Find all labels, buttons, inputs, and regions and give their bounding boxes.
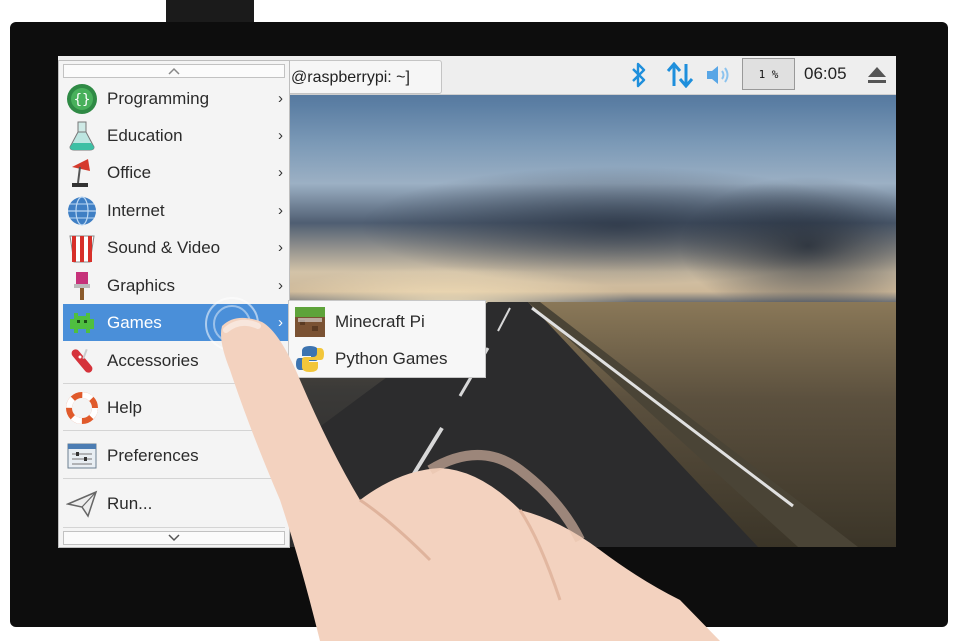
menu-item-sound-video[interactable]: Sound & Video › bbox=[63, 229, 289, 266]
menu-separator bbox=[63, 478, 285, 479]
menu-separator bbox=[63, 527, 285, 528]
programming-icon: {} bbox=[65, 82, 99, 116]
submenu-item-minecraft-pi[interactable]: Minecraft Pi bbox=[293, 304, 483, 340]
chevron-right-icon: › bbox=[278, 164, 283, 181]
terminal-window-button[interactable]: @raspberrypi: ~] bbox=[286, 60, 442, 94]
menu-item-label: Education bbox=[107, 125, 183, 145]
games-icon bbox=[65, 306, 99, 340]
eject-icon[interactable] bbox=[865, 62, 889, 88]
bluetooth-icon[interactable] bbox=[628, 62, 650, 88]
accessories-icon bbox=[65, 344, 99, 378]
chevron-right-icon: › bbox=[278, 127, 283, 144]
menu-separator bbox=[63, 383, 285, 384]
submenu-item-label: Python Games bbox=[335, 349, 448, 368]
minecraft-icon bbox=[293, 305, 327, 339]
menu-scroll-up-button[interactable] bbox=[63, 64, 285, 78]
sound-video-icon bbox=[65, 231, 99, 265]
clock[interactable]: 06:05 bbox=[804, 58, 847, 90]
chevron-right-icon: › bbox=[278, 239, 283, 256]
menu-item-label: Games bbox=[107, 312, 162, 332]
menu-item-education[interactable]: Education › bbox=[63, 117, 289, 154]
menu-item-accessories[interactable]: Accessories › bbox=[63, 342, 289, 379]
menu-item-label: Accessories bbox=[107, 350, 199, 370]
menu-item-label: Graphics bbox=[107, 275, 176, 295]
cpu-usage-monitor[interactable]: 1 % bbox=[742, 58, 795, 90]
run-icon bbox=[65, 487, 99, 521]
volume-icon[interactable] bbox=[705, 62, 733, 88]
preferences-icon bbox=[65, 439, 99, 473]
submenu-item-label: Minecraft Pi bbox=[335, 312, 425, 331]
menu-item-graphics[interactable]: Graphics › bbox=[63, 267, 289, 304]
menu-item-label: Programming bbox=[107, 88, 210, 108]
games-submenu: Minecraft Pi Python Games bbox=[288, 300, 486, 378]
chevron-right-icon: › bbox=[278, 314, 283, 331]
menu-item-label: Help bbox=[107, 397, 142, 417]
menu-item-label: Preferences bbox=[107, 445, 199, 465]
help-icon bbox=[65, 391, 99, 425]
python-icon bbox=[293, 342, 327, 376]
menu-item-games[interactable]: Games › bbox=[63, 304, 289, 341]
menu-separator bbox=[63, 430, 285, 431]
chevron-down-icon bbox=[168, 534, 180, 542]
menu-scroll-down-button[interactable] bbox=[63, 531, 285, 545]
menu-item-label: Run... bbox=[107, 493, 153, 513]
menu-item-label: Office bbox=[107, 162, 152, 182]
internet-icon bbox=[65, 194, 99, 228]
chevron-right-icon: › bbox=[278, 277, 283, 294]
svg-text:{}: {} bbox=[74, 92, 91, 108]
chevron-up-icon bbox=[168, 67, 180, 75]
menu-item-label: Internet bbox=[107, 200, 165, 220]
chevron-right-icon: › bbox=[278, 352, 283, 369]
chevron-right-icon: › bbox=[278, 202, 283, 219]
menu-item-programming[interactable]: {} Programming › bbox=[63, 80, 289, 117]
network-icon[interactable] bbox=[666, 62, 694, 88]
chevron-right-icon: › bbox=[278, 90, 283, 107]
graphics-icon bbox=[65, 269, 99, 303]
office-icon bbox=[65, 156, 99, 190]
education-icon bbox=[65, 119, 99, 153]
menu-item-help[interactable]: Help bbox=[63, 389, 289, 426]
menu-item-run[interactable]: Run... bbox=[63, 485, 289, 522]
menu-item-internet[interactable]: Internet › bbox=[63, 192, 289, 229]
submenu-item-python-games[interactable]: Python Games bbox=[293, 341, 483, 377]
menu-item-label: Sound & Video bbox=[107, 237, 221, 257]
menu-item-preferences[interactable]: Preferences bbox=[63, 437, 289, 474]
menu-item-office[interactable]: Office › bbox=[63, 154, 289, 191]
application-menu: {} Programming › Education › Office › In… bbox=[58, 60, 290, 548]
